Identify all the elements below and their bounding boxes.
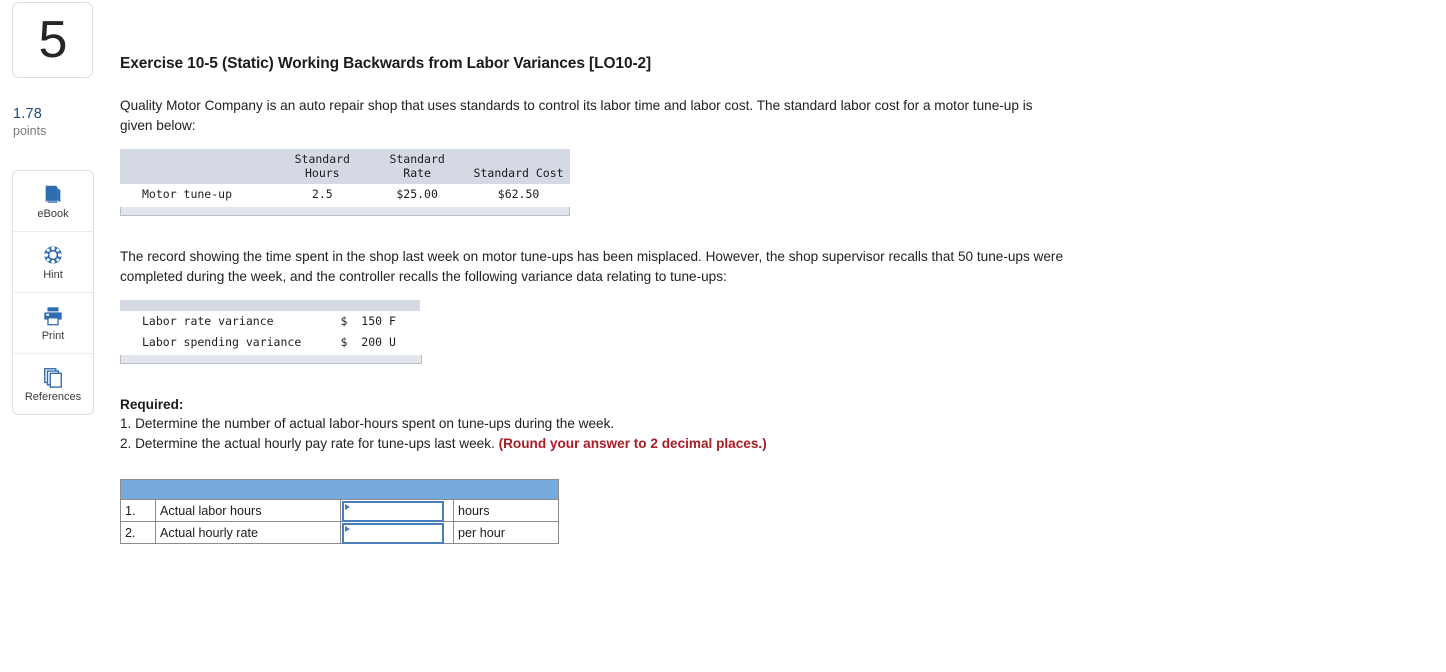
row-label-labor-rate-variance: Labor rate variance (120, 311, 337, 332)
cell-labor-spending-variance: $ 200 U (336, 332, 420, 353)
table-row: 1. Actual labor hours hours (120, 499, 559, 522)
required-block: Required: 1. Determine the number of act… (120, 395, 1420, 453)
answer-row-1-input-cell[interactable] (340, 499, 454, 522)
cell-marker-icon (345, 526, 350, 532)
tool-hint[interactable]: Hint (13, 232, 93, 293)
page-title: Exercise 10-5 (Static) Working Backwards… (120, 55, 652, 72)
answer-table: 1. Actual labor hours hours 2. Actual ho… (120, 479, 559, 544)
answer-row-1-unit: hours (453, 499, 559, 522)
standard-cost-table-footer-bar (120, 207, 570, 216)
cell-standard-cost: $62.50 (467, 184, 570, 205)
variance-table-header-row (120, 300, 420, 311)
table-row: 2. Actual hourly rate per hour (120, 521, 559, 544)
answer-row-2-unit: per hour (453, 521, 559, 544)
variance-table-footer-bar (120, 355, 422, 364)
answer-row-1-index: 1. (120, 499, 156, 522)
references-icon (42, 366, 64, 388)
points-value: 1.78 (13, 106, 43, 122)
tool-print[interactable]: Print (13, 293, 93, 354)
col-header-standard-hours: Standard Hours (277, 149, 368, 184)
variance-table: Labor rate variance $ 150 F Labor spendi… (120, 300, 420, 353)
tool-ebook[interactable]: eBook (13, 171, 93, 232)
table-row: Labor spending variance $ 200 U (120, 332, 420, 353)
standard-cost-table: Standard Hours Standard Rate Standard Co… (120, 149, 570, 205)
tool-references[interactable]: References (13, 354, 93, 414)
hint-icon (42, 244, 64, 266)
table-row: Motor tune-up 2.5 $25.00 $62.50 (120, 184, 570, 205)
tool-hint-label: Hint (43, 268, 63, 281)
row-label-labor-spending-variance: Labor spending variance (120, 332, 337, 353)
required-item-2-text: 2. Determine the actual hourly pay rate … (120, 435, 495, 451)
answer-table-header-bar (120, 479, 559, 500)
col-header-standard-cost: Standard Cost (467, 149, 570, 184)
actual-hourly-rate-input[interactable] (342, 523, 444, 544)
col-header-standard-rate: Standard Rate (367, 149, 468, 184)
tool-print-label: Print (41, 329, 65, 342)
paragraph-2: The record showing the time spent in the… (120, 249, 1064, 284)
cell-labor-rate-variance: $ 150 F (336, 311, 420, 332)
paragraph-1: Quality Motor Company is an auto repair … (120, 98, 1033, 133)
exercise-content: Exercise 10-5 (Static) Working Backwards… (120, 0, 1420, 544)
cell-marker-icon (345, 504, 350, 510)
required-item-2-note: (Round your answer to 2 decimal places.) (498, 435, 767, 451)
actual-labor-hours-input[interactable] (342, 501, 444, 522)
standard-cost-table-wrap: Standard Hours Standard Rate Standard Co… (120, 149, 1420, 216)
table-header-row: Standard Hours Standard Rate Standard Co… (120, 149, 570, 184)
col-header-blank (120, 149, 278, 184)
cell-standard-hours: 2.5 (277, 184, 368, 205)
answer-row-2-index: 2. (120, 521, 156, 544)
variance-header-blank-left (120, 300, 337, 311)
variance-header-blank-right (336, 300, 420, 311)
points-label: points (13, 124, 47, 138)
required-item-2: 2. Determine the actual hourly pay rate … (120, 434, 1420, 454)
tool-stack: eBook Hint Print References (12, 170, 94, 415)
tool-ebook-label: eBook (37, 207, 69, 220)
required-item-1: 1. Determine the number of actual labor-… (120, 416, 615, 431)
answer-row-2-description: Actual hourly rate (155, 521, 341, 544)
question-rail: 5 1.78 points eBook Hint Print Reference… (0, 0, 104, 672)
answer-row-1-description: Actual labor hours (155, 499, 341, 522)
required-heading: Required: (120, 397, 184, 412)
table-row: Labor rate variance $ 150 F (120, 311, 420, 332)
question-number-box: 5 (12, 2, 93, 78)
tool-references-label: References (24, 390, 82, 403)
row-label-motor-tuneup: Motor tune-up (120, 184, 278, 205)
print-icon (42, 305, 64, 327)
points-block: 1.78 points (13, 106, 93, 139)
answer-row-2-input-cell[interactable] (340, 521, 454, 544)
answer-table-header-row (120, 479, 559, 500)
question-number: 5 (38, 11, 68, 69)
answer-table-wrap: 1. Actual labor hours hours 2. Actual ho… (120, 479, 1420, 544)
cell-standard-rate: $25.00 (367, 184, 468, 205)
ebook-icon (42, 183, 64, 205)
variance-table-wrap: Labor rate variance $ 150 F Labor spendi… (120, 300, 1420, 364)
